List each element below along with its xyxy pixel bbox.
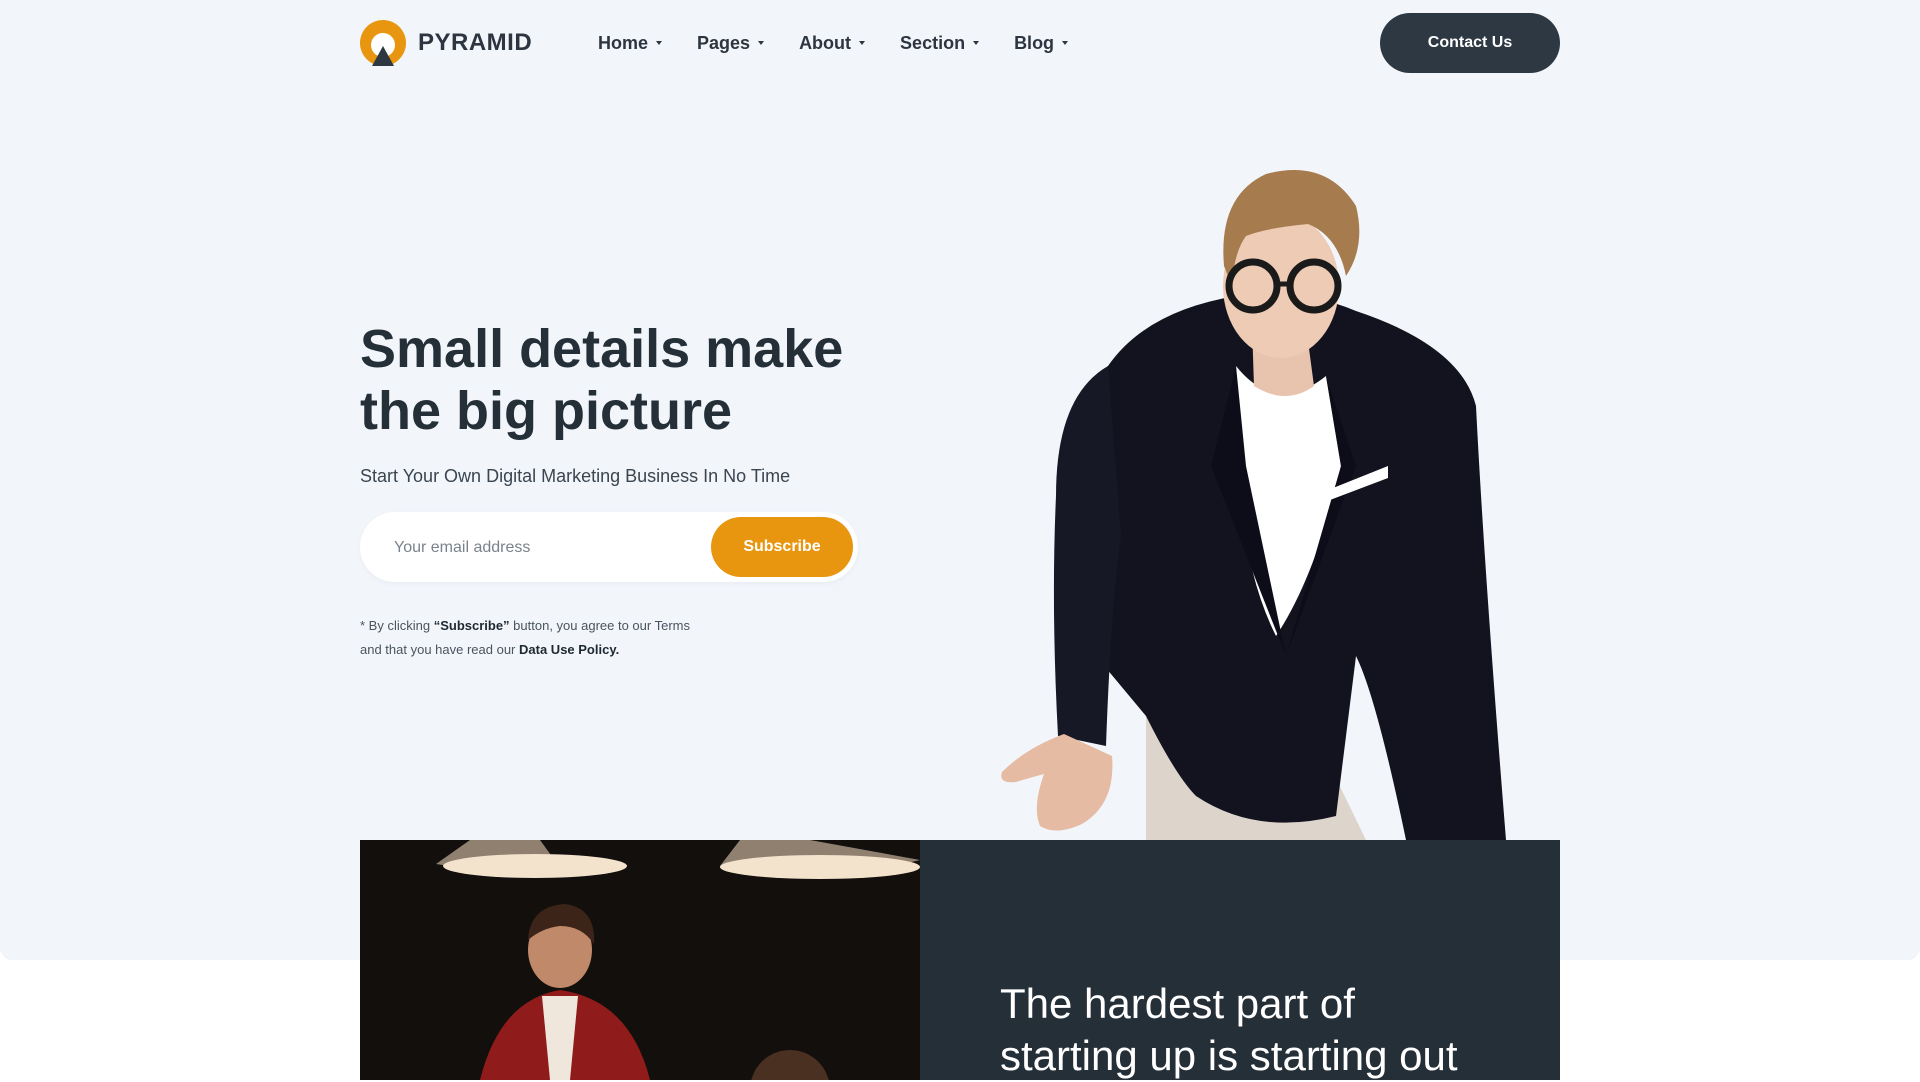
feature-title-line-2: starting up is starting out <box>1000 1032 1458 1079</box>
feature-photo <box>360 840 920 1080</box>
hero-person-image <box>996 136 1516 841</box>
feature-title-line-1: The hardest part of <box>1000 980 1355 1027</box>
terms-middle: button, you agree to our Terms <box>509 618 690 633</box>
caret-down-icon <box>656 41 663 45</box>
caret-down-icon <box>758 41 765 45</box>
site-header: PYRAMID Home Pages About Section Blog Co… <box>360 13 1560 73</box>
caret-down-icon <box>859 41 866 45</box>
nav-item-blog[interactable]: Blog <box>1014 32 1069 54</box>
nav-item-section[interactable]: Section <box>900 32 980 54</box>
nav-item-pages[interactable]: Pages <box>697 32 765 54</box>
contact-us-button[interactable]: Contact Us <box>1380 13 1560 73</box>
nav-item-label: Section <box>900 32 966 53</box>
hero-background <box>0 0 1920 960</box>
logo[interactable]: PYRAMID <box>360 20 532 66</box>
feature-title: The hardest part of starting up is start… <box>1000 978 1520 1082</box>
caret-down-icon <box>973 41 980 45</box>
caret-down-icon <box>1062 41 1069 45</box>
terms-line2-prefix: and that you have read our <box>360 642 520 657</box>
nav-item-about[interactable]: About <box>799 32 866 54</box>
nav-item-home[interactable]: Home <box>598 32 663 54</box>
hero-subtitle: Start Your Own Digital Marketing Busines… <box>360 466 791 486</box>
subscribe-button[interactable]: Subscribe <box>711 517 853 577</box>
nav-item-label: Blog <box>1014 32 1055 53</box>
email-input[interactable] <box>392 527 696 569</box>
terms-subscribe-quote: “Subscribe” <box>433 618 510 633</box>
nav-item-label: Home <box>598 32 649 53</box>
nav-item-label: About <box>799 32 852 53</box>
hero-title: Small details make the big picture <box>360 318 920 442</box>
nav-item-label: Pages <box>697 32 751 53</box>
feature-panel: The hardest part of starting up is start… <box>920 840 1560 1080</box>
data-use-policy-link[interactable]: Data Use Policy. <box>519 642 619 657</box>
pyramid-logo-icon <box>360 20 406 66</box>
subscribe-form: Subscribe <box>360 512 858 582</box>
brand-name: PYRAMID <box>418 29 533 56</box>
terms-notice: * By clicking “Subscribe” button, you ag… <box>360 614 760 662</box>
terms-prefix: * By clicking <box>360 618 434 633</box>
hero-title-line-1: Small details make <box>360 319 844 379</box>
hero-title-line-2: the big picture <box>360 381 733 441</box>
main-nav: Home Pages About Section Blog <box>598 13 1103 73</box>
